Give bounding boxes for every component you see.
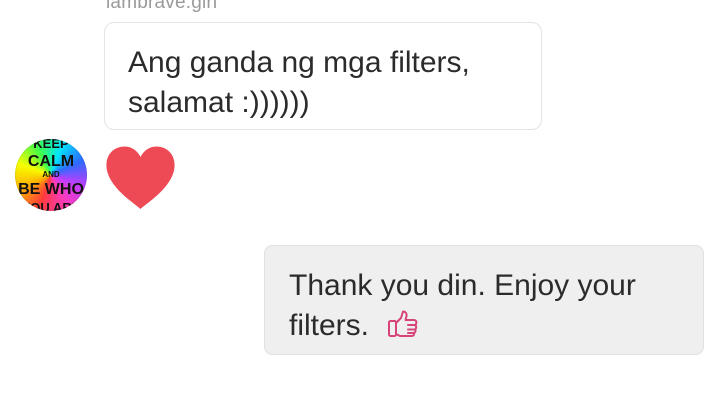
incoming-message-bubble[interactable]: Ang ganda ng mga filters, salamat :)))))… [104,22,542,130]
message-text-line: Ang ganda ng mga filters, [128,46,470,79]
sender-username[interactable]: iambrave.girl [106,0,217,14]
avatar-text: KEEP [33,139,69,151]
heart-icon[interactable] [104,145,177,211]
message-text-line: salamat :)))))) [128,86,310,119]
message-text: filters. [289,309,370,342]
avatar[interactable]: KEEP CALM AND BE WHO YOU ARE [15,139,87,211]
thumbs-up-icon [387,309,419,339]
keep-calm-avatar-image: KEEP CALM AND BE WHO YOU ARE [18,139,84,211]
avatar-text: AND [42,170,60,179]
avatar-text: CALM [28,153,74,170]
heart-shape [106,146,175,209]
avatar-text: YOU ARE [22,200,81,211]
avatar-text: BE WHO [18,181,84,198]
message-text-line-with-emoji: filters. [289,306,683,346]
message-text-line: Thank you din. Enjoy your [289,269,636,302]
outgoing-message-bubble[interactable]: Thank you din. Enjoy your filters. [264,245,704,355]
